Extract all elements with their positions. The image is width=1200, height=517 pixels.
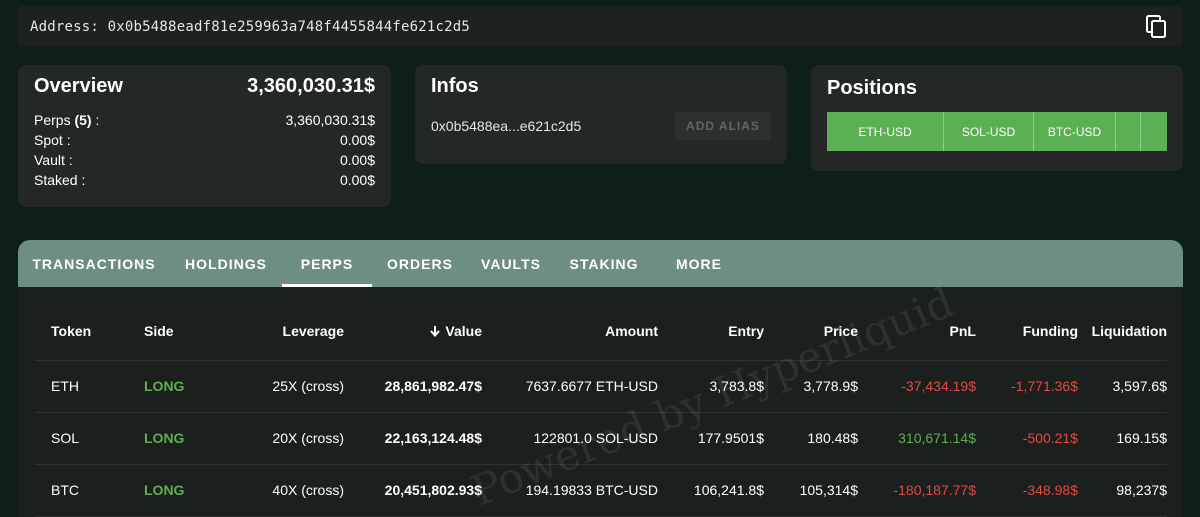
cell-leverage: 20X (cross): [200, 412, 344, 465]
header-amount[interactable]: Amount: [482, 302, 658, 361]
cell-liquidation: 98,237$: [1078, 464, 1167, 517]
staked-value: 0.00$: [339, 172, 375, 188]
table-row[interactable]: BTC LONG 40X (cross) 20,451,802.93$ 194.…: [35, 464, 1167, 517]
perps-label: Perps (5) :: [34, 112, 100, 128]
tab-holdings[interactable]: HOLDINGS: [170, 240, 282, 287]
cell-price: 3,778.9$: [764, 360, 858, 413]
tab-transactions[interactable]: TRANSACTIONS: [18, 240, 170, 287]
tab-orders[interactable]: ORDERS: [372, 240, 468, 287]
overview-row-spot: Spot : 0.00$: [34, 130, 375, 150]
cell-leverage: 25X (cross): [200, 360, 344, 413]
tab-bar: TRANSACTIONS HOLDINGS PERPS ORDERS VAULT…: [18, 240, 1183, 287]
position-segment-sol[interactable]: SOL-USD: [944, 112, 1034, 151]
cell-entry: 106,241.8$: [658, 464, 764, 517]
overview-total: 3,360,030.31$: [247, 75, 375, 97]
cell-amount: 194.19833 BTC-USD: [482, 464, 658, 517]
perps-table: Token Side Leverage Value Amount Entry P…: [35, 302, 1167, 517]
vault-value: 0.00$: [339, 152, 375, 168]
tabs-panel: TRANSACTIONS HOLDINGS PERPS ORDERS VAULT…: [18, 240, 1183, 517]
cell-pnl: -37,434.19$: [858, 360, 976, 413]
cell-side: LONG: [130, 360, 200, 413]
table-row[interactable]: SOL LONG 20X (cross) 22,163,124.48$ 1228…: [35, 412, 1167, 465]
position-segment-eth[interactable]: ETH-USD: [827, 112, 944, 151]
spot-value: 0.00$: [339, 132, 375, 148]
cell-entry: 177.9501$: [658, 412, 764, 465]
cell-side: LONG: [130, 412, 200, 465]
table-header-row: Token Side Leverage Value Amount Entry P…: [35, 302, 1167, 361]
infos-card: Infos 0x0b5488ea...e621c2d5 ADD ALIAS: [415, 65, 787, 164]
short-address: 0x0b5488ea...e621c2d5: [431, 118, 582, 134]
cell-price: 180.48$: [764, 412, 858, 465]
position-segment-btc[interactable]: BTC-USD: [1034, 112, 1116, 151]
cell-value: 22,163,124.48$: [344, 412, 482, 465]
address-label: Address: 0x0b5488eadf81e259963a748f44558…: [30, 18, 471, 35]
overview-card: Overview 3,360,030.31$ Perps (5) : 3,360…: [18, 65, 391, 207]
table-row[interactable]: ETH LONG 25X (cross) 28,861,982.47$ 7637…: [35, 360, 1167, 413]
cell-funding: -348.98$: [976, 464, 1078, 517]
copy-icon[interactable]: [1146, 15, 1168, 39]
perps-table-container: Token Side Leverage Value Amount Entry P…: [35, 302, 1167, 517]
cell-leverage: 40X (cross): [200, 464, 344, 517]
vault-label: Vault :: [34, 152, 73, 168]
positions-title: Positions: [827, 77, 918, 99]
cell-entry: 3,783.8$: [658, 360, 764, 413]
perps-count: (5): [74, 112, 92, 128]
cell-side: LONG: [130, 464, 200, 517]
cell-value: 28,861,982.47$: [344, 360, 482, 413]
cell-funding: -1,771.36$: [976, 360, 1078, 413]
address-bar: Address: 0x0b5488eadf81e259963a748f44558…: [18, 6, 1182, 47]
cell-liquidation: 3,597.6$: [1078, 360, 1167, 413]
overview-row-staked: Staked : 0.00$: [34, 170, 375, 190]
cell-value: 20,451,802.93$: [344, 464, 482, 517]
cell-funding: -500.21$: [976, 412, 1078, 465]
tab-vaults[interactable]: VAULTS: [468, 240, 554, 287]
header-funding[interactable]: Funding: [976, 302, 1078, 361]
header-value[interactable]: Value: [344, 302, 482, 361]
tab-perps[interactable]: PERPS: [282, 240, 372, 287]
cell-amount: 7637.6677 ETH-USD: [482, 360, 658, 413]
overview-row-perps: Perps (5) : 3,360,030.31$: [34, 110, 375, 130]
cell-liquidation: 169.15$: [1078, 412, 1167, 465]
infos-title: Infos: [431, 75, 479, 97]
cell-token: SOL: [35, 412, 130, 465]
perps-value: 3,360,030.31$: [285, 112, 375, 128]
position-segment-4[interactable]: [1116, 112, 1141, 151]
tab-staking[interactable]: STAKING: [554, 240, 654, 287]
overview-row-vault: Vault : 0.00$: [34, 150, 375, 170]
header-leverage[interactable]: Leverage: [200, 302, 344, 361]
header-pnl[interactable]: PnL: [858, 302, 976, 361]
header-side[interactable]: Side: [130, 302, 200, 361]
add-alias-button[interactable]: ADD ALIAS: [675, 112, 771, 140]
spot-label: Spot :: [34, 132, 71, 148]
header-liquidation[interactable]: Liquidation: [1078, 302, 1167, 361]
header-token[interactable]: Token: [35, 302, 130, 361]
staked-label: Staked :: [34, 172, 86, 188]
overview-title: Overview: [34, 75, 123, 97]
header-value-label: Value: [445, 322, 482, 339]
cell-price: 105,314$: [764, 464, 858, 517]
tab-more[interactable]: MORE: [654, 240, 744, 287]
cell-token: ETH: [35, 360, 130, 413]
header-entry[interactable]: Entry: [658, 302, 764, 361]
arrow-down-icon: [429, 324, 441, 337]
cell-token: BTC: [35, 464, 130, 517]
position-segment-5[interactable]: [1141, 112, 1167, 151]
positions-card: Positions ETH-USD SOL-USD BTC-USD: [811, 65, 1183, 171]
cell-amount: 122801.0 SOL-USD: [482, 412, 658, 465]
header-price[interactable]: Price: [764, 302, 858, 361]
cell-pnl: -180,187.77$: [858, 464, 976, 517]
positions-bar: ETH-USD SOL-USD BTC-USD: [827, 112, 1167, 151]
cell-pnl: 310,671.14$: [858, 412, 976, 465]
